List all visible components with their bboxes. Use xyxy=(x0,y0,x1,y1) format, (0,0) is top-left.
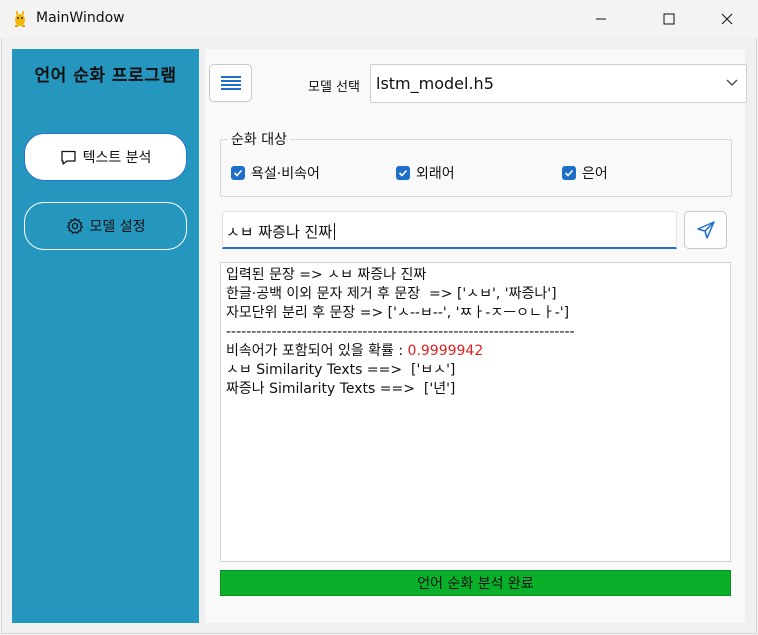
checkbox-loanwords[interactable]: 외래어 xyxy=(396,163,455,183)
probability-value: 0.9999942 xyxy=(407,343,484,359)
minimize-icon xyxy=(596,18,606,20)
close-icon xyxy=(721,13,733,25)
checkbox-label: 외래어 xyxy=(416,166,455,182)
gear-icon xyxy=(66,217,83,234)
output-line: 짜증나 Similarity Texts ==> ['년'] xyxy=(226,381,456,397)
model-settings-button[interactable]: 모델 설정 xyxy=(24,202,187,250)
output-line: 한글·공백 이외 문자 제거 후 문장 => ['ㅅㅂ', '짜증나'] xyxy=(226,286,557,302)
checkbox-label: 은어 xyxy=(582,166,608,182)
probability-label: 비속어가 포함되어 있을 확률 : xyxy=(226,343,408,359)
send-button[interactable] xyxy=(684,211,727,249)
maximize-button[interactable] xyxy=(646,0,692,38)
model-select[interactable]: lstm_model.h5 xyxy=(370,64,747,103)
send-icon xyxy=(696,221,715,239)
maximize-icon xyxy=(663,13,675,25)
menu-icon xyxy=(220,76,241,90)
window-title: MainWindow xyxy=(36,10,125,26)
sentence-input-value: ㅅㅂ 짜증나 진짜 xyxy=(226,223,333,241)
status-text: 언어 순화 분석 완료 xyxy=(417,576,534,592)
app-icon xyxy=(15,11,25,27)
message-icon xyxy=(60,150,76,165)
sidebar: 언어 순화 프로그램 텍스트 분석 모델 설정 xyxy=(12,49,199,623)
model-select-value: lstm_model.h5 xyxy=(376,74,494,93)
model-settings-label: 모델 설정 xyxy=(89,219,146,235)
checkbox-profanity[interactable]: 욕설·비속어 xyxy=(231,163,320,183)
output-line: 입력된 문장 => ㅅㅂ 짜증나 진짜 xyxy=(226,267,427,283)
output-line: ㅅㅂ Similarity Texts ==> ['ㅂㅅ'] xyxy=(226,362,456,378)
close-button[interactable] xyxy=(704,0,750,38)
checkbox-checked-icon xyxy=(231,166,245,180)
target-legend: 순화 대상 xyxy=(228,129,290,149)
checkbox-slang[interactable]: 은어 xyxy=(562,163,608,183)
sentence-input[interactable]: ㅅㅂ 짜증나 진짜 xyxy=(222,211,677,249)
output-line: 자모단위 분리 후 문장 => ['ㅅ--ㅂ--', 'ㅉㅏ-ㅈㅡㅇㄴㅏ-'] xyxy=(226,305,570,321)
menu-button[interactable] xyxy=(209,64,252,102)
status-bar: 언어 순화 분석 완료 xyxy=(220,570,731,596)
checkbox-label: 욕설·비속어 xyxy=(251,166,320,182)
app-title: 언어 순화 프로그램 xyxy=(34,66,177,86)
output-separator: ----------------------------------------… xyxy=(226,324,575,340)
probability-line: 비속어가 포함되어 있을 확률 : 0.9999942 xyxy=(226,342,725,361)
text-caret xyxy=(334,223,336,240)
model-select-label: 모델 선택 xyxy=(308,80,360,95)
result-output[interactable]: 입력된 문장 => ㅅㅂ 짜증나 진짜 한글·공백 이외 문자 제거 후 문장 … xyxy=(220,262,731,562)
text-analysis-label: 텍스트 분석 xyxy=(82,150,152,166)
minimize-button[interactable] xyxy=(578,0,624,38)
checkbox-checked-icon xyxy=(396,166,410,180)
checkbox-checked-icon xyxy=(562,166,576,180)
chevron-down-icon xyxy=(726,79,738,86)
title-bar: MainWindow xyxy=(0,0,758,38)
text-analysis-button[interactable]: 텍스트 분석 xyxy=(24,133,187,181)
